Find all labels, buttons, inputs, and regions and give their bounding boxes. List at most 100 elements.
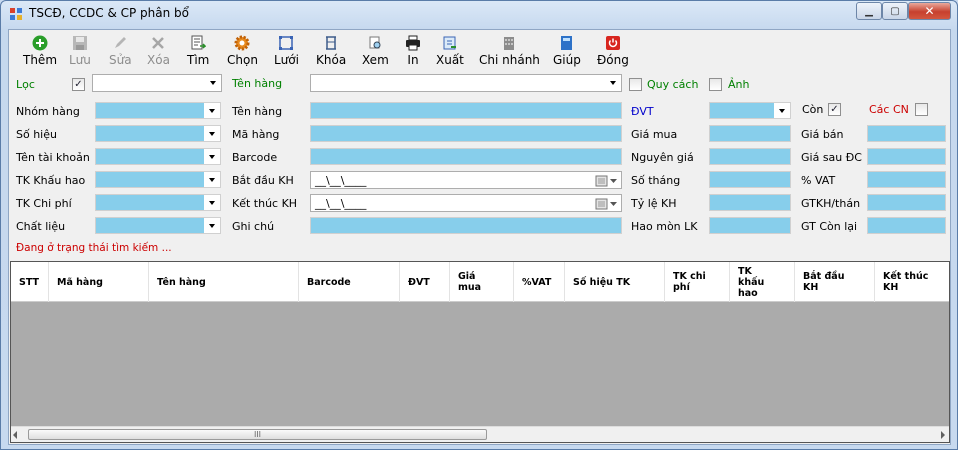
scroll-right-icon[interactable] bbox=[941, 431, 945, 439]
calendar-icon[interactable] bbox=[595, 174, 619, 187]
minimize-icon: ▁ bbox=[865, 5, 873, 17]
client-area: Thêm Lưu Sửa Xóa Tìm Chọn Lưới Khóa Xem … bbox=[8, 29, 951, 445]
help-button[interactable]: Giúp bbox=[553, 34, 581, 67]
vat-label: % VAT bbox=[801, 174, 836, 187]
spec-checkbox[interactable] bbox=[629, 78, 642, 91]
depreciation-account-label: TK Khấu hao bbox=[16, 174, 86, 187]
main-window: TSCĐ, CCDC & CP phân bổ ▁ ▢ ✕ Thêm Lưu S… bbox=[0, 0, 958, 450]
filter-checkbox[interactable]: ✓ bbox=[72, 78, 85, 91]
image-checkbox[interactable] bbox=[709, 78, 722, 91]
preview-icon bbox=[366, 34, 384, 52]
end-depreciation-label: Kết thúc KH bbox=[232, 197, 298, 210]
calendar-icon[interactable] bbox=[595, 197, 619, 210]
chevron-down-icon bbox=[204, 195, 220, 210]
column-header[interactable]: TK chi phí bbox=[665, 262, 730, 302]
unit-combo[interactable] bbox=[709, 102, 791, 119]
filter-label: Lọc bbox=[16, 78, 35, 91]
column-header[interactable]: Kết thúc KH bbox=[875, 262, 949, 302]
adjusted-price-field[interactable] bbox=[867, 148, 946, 165]
window-title: TSCĐ, CCDC & CP phân bổ bbox=[29, 6, 190, 20]
column-header[interactable]: STT bbox=[11, 262, 49, 302]
account-name-combo[interactable] bbox=[95, 148, 221, 165]
minimize-button[interactable]: ▁ bbox=[856, 2, 882, 20]
group-label: Nhóm hàng bbox=[16, 105, 80, 118]
column-header[interactable]: TK khấu hao bbox=[730, 262, 795, 302]
branch-icon bbox=[500, 34, 518, 52]
column-header[interactable]: Barcode bbox=[299, 262, 400, 302]
close-button[interactable]: ✕ bbox=[908, 2, 951, 20]
accumulated-depreciation-field[interactable] bbox=[709, 217, 791, 234]
column-header[interactable]: Số hiệu TK bbox=[565, 262, 665, 302]
chevron-down-icon bbox=[774, 103, 790, 118]
column-header[interactable]: Bắt đầu KH bbox=[795, 262, 875, 302]
scroll-thumb[interactable]: III bbox=[28, 429, 487, 440]
preview-button[interactable]: Xem bbox=[362, 34, 389, 67]
export-button[interactable]: Xuất bbox=[436, 34, 464, 67]
unit-label: ĐVT bbox=[631, 105, 654, 118]
print-button[interactable]: In bbox=[404, 34, 422, 67]
material-combo[interactable] bbox=[95, 217, 221, 234]
months-field[interactable] bbox=[709, 171, 791, 188]
sale-price-label: Giá bán bbox=[801, 128, 844, 141]
title-bar: TSCĐ, CCDC & CP phân bổ ▁ ▢ ✕ bbox=[1, 1, 957, 27]
branch-button[interactable]: Chi nhánh bbox=[479, 34, 540, 67]
product-code-label: Mã hàng bbox=[232, 128, 280, 141]
product-code-field[interactable] bbox=[310, 125, 622, 142]
status-text: Đang ở trạng thái tìm kiếm ... bbox=[16, 242, 172, 254]
find-icon bbox=[189, 34, 207, 52]
column-header[interactable]: ĐVT bbox=[400, 262, 450, 302]
original-cost-label: Nguyên giá bbox=[631, 151, 694, 164]
code-label: Số hiệu bbox=[16, 128, 57, 141]
delete-button[interactable]: Xóa bbox=[147, 34, 170, 67]
account-name-label: Tên tài khoản bbox=[16, 151, 90, 164]
column-header[interactable]: Mã hàng bbox=[49, 262, 149, 302]
lock-icon bbox=[322, 34, 340, 52]
asset-grid[interactable]: STT Mã hàng Tên hàng Barcode ĐVT Giá mua… bbox=[10, 261, 950, 443]
monthly-depreciation-field[interactable] bbox=[867, 194, 946, 211]
end-depreciation-date[interactable]: __\__\____ bbox=[310, 194, 622, 212]
product-name-combo[interactable] bbox=[310, 74, 622, 92]
power-icon bbox=[604, 34, 622, 52]
grid-button[interactable]: Lưới bbox=[274, 34, 299, 67]
expense-account-combo[interactable] bbox=[95, 194, 221, 211]
purchase-price-field[interactable] bbox=[709, 125, 791, 142]
group-combo[interactable] bbox=[95, 102, 221, 119]
close-icon: ✕ bbox=[924, 4, 935, 18]
column-header[interactable]: Giá mua bbox=[450, 262, 514, 302]
horizontal-scrollbar[interactable]: III bbox=[11, 426, 949, 442]
chevron-down-icon bbox=[204, 103, 220, 118]
code-combo[interactable] bbox=[95, 125, 221, 142]
sale-price-field[interactable] bbox=[867, 125, 946, 142]
barcode-field[interactable] bbox=[310, 148, 622, 165]
start-depreciation-date[interactable]: __\__\____ bbox=[310, 171, 622, 189]
filter-combo[interactable] bbox=[92, 74, 222, 92]
check-icon: ✓ bbox=[830, 104, 839, 115]
depreciation-account-combo[interactable] bbox=[95, 171, 221, 188]
find-button[interactable]: Tìm bbox=[187, 34, 209, 67]
save-icon bbox=[71, 34, 89, 52]
all-branches-checkbox[interactable] bbox=[915, 103, 928, 116]
remaining-label: Còn bbox=[802, 103, 824, 116]
save-button[interactable]: Lưu bbox=[69, 34, 91, 67]
depreciation-rate-field[interactable] bbox=[709, 194, 791, 211]
chevron-down-icon bbox=[204, 126, 220, 141]
product-name-field[interactable] bbox=[310, 102, 622, 119]
toolbar: Thêm Lưu Sửa Xóa Tìm Chọn Lưới Khóa Xem … bbox=[9, 30, 950, 70]
note-field[interactable] bbox=[310, 217, 622, 234]
maximize-icon: ▢ bbox=[890, 5, 900, 17]
chevron-down-icon bbox=[204, 218, 220, 233]
column-header[interactable]: %VAT bbox=[514, 262, 565, 302]
vat-field[interactable] bbox=[867, 171, 946, 188]
residual-value-field[interactable] bbox=[867, 217, 946, 234]
lock-button[interactable]: Khóa bbox=[316, 34, 346, 67]
remaining-checkbox[interactable]: ✓ bbox=[828, 103, 841, 116]
column-header[interactable]: Tên hàng bbox=[149, 262, 299, 302]
maximize-button[interactable]: ▢ bbox=[882, 2, 908, 20]
close-form-button[interactable]: Đóng bbox=[597, 34, 629, 67]
edit-button[interactable]: Sửa bbox=[109, 34, 132, 67]
choose-button[interactable]: Chọn bbox=[227, 34, 258, 67]
all-branches-label: Các CN bbox=[869, 103, 909, 116]
scroll-left-icon[interactable] bbox=[13, 431, 17, 439]
original-cost-field[interactable] bbox=[709, 148, 791, 165]
add-button[interactable]: Thêm bbox=[23, 34, 57, 67]
